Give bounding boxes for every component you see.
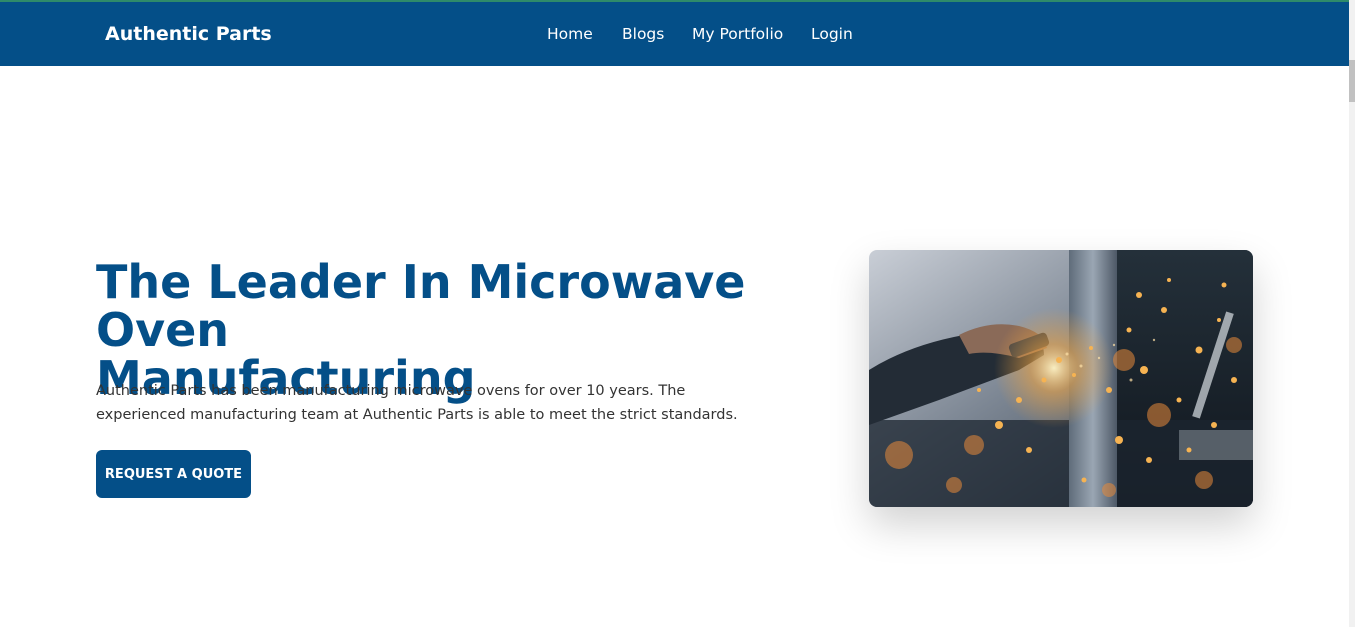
brand-logo-text[interactable]: Authentic Parts xyxy=(105,2,272,66)
hero-image-welding-sparks xyxy=(869,250,1253,507)
nav-link-login[interactable]: Login xyxy=(811,2,853,66)
hero-description: Authentic Parts has been manufacturing m… xyxy=(96,383,738,423)
sparks-photo-illustration xyxy=(869,250,1253,507)
nav-link-my-portfolio[interactable]: My Portfolio xyxy=(692,2,783,66)
nav-link-home[interactable]: Home xyxy=(547,2,593,66)
hero-title-line1: The Leader In Microwave Oven xyxy=(96,255,746,357)
nav-link-blogs[interactable]: Blogs xyxy=(622,2,664,66)
navbar: Authentic Parts Home Blogs My Portfolio … xyxy=(0,2,1349,66)
scrollbar-thumb[interactable] xyxy=(1349,60,1355,102)
page-scrollbar[interactable] xyxy=(1349,0,1355,627)
request-quote-button[interactable]: REQUEST A QUOTE xyxy=(96,450,251,498)
